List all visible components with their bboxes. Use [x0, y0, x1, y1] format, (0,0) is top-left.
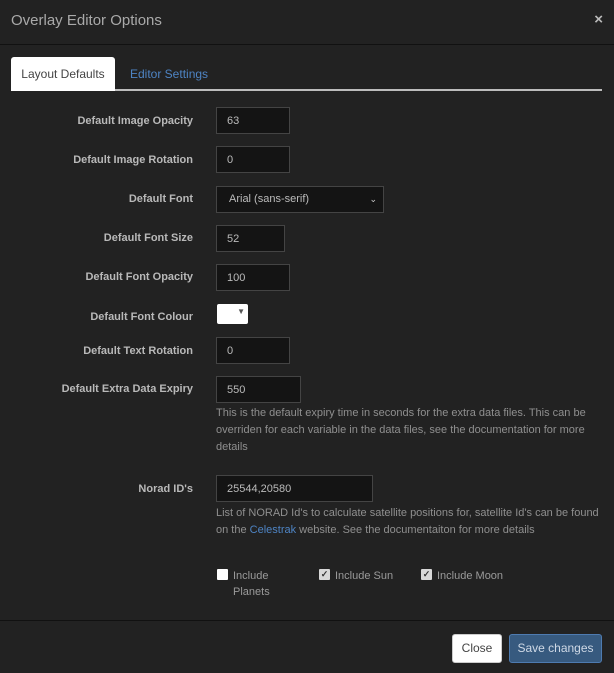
modal-header: Overlay Editor Options × [0, 0, 614, 45]
font-colour-picker[interactable]: ▼ [217, 304, 248, 324]
modal-footer: Close Save changes [0, 620, 614, 673]
tab-editor-settings[interactable]: Editor Settings [117, 57, 221, 91]
tab-bar: Layout Defaults Editor Settings [11, 57, 602, 91]
include-planets-checkbox[interactable] [217, 569, 228, 580]
image-opacity-input[interactable] [216, 107, 290, 134]
font-label: Default Font [128, 193, 193, 205]
save-changes-button[interactable]: Save changes [509, 634, 602, 663]
image-rotation-input[interactable] [216, 146, 290, 173]
norad-ids-label: Norad ID's [138, 483, 193, 495]
font-opacity-input[interactable] [216, 264, 290, 291]
font-size-input[interactable] [216, 225, 285, 252]
extra-data-expiry-label: Default Extra Data Expiry [61, 383, 193, 395]
modal-title: Overlay Editor Options [11, 12, 162, 29]
dropdown-triangle-icon: ▼ [237, 307, 245, 316]
font-select[interactable]: Arial (sans-serif) ⌄ [216, 186, 384, 213]
tab-layout-defaults[interactable]: Layout Defaults [11, 57, 115, 91]
close-button[interactable]: Close [452, 634, 502, 663]
text-rotation-input[interactable] [216, 337, 290, 364]
norad-help-text-2: website. See the documentaiton for more … [296, 524, 535, 536]
image-opacity-label: Default Image Opacity [77, 115, 193, 127]
include-sun-label: Include Sun [335, 570, 394, 582]
chevron-down-icon: ⌄ [369, 194, 377, 204]
celestrak-link[interactable]: Celestrak [250, 524, 296, 536]
norad-ids-help: List of NORAD Id's to calculate satellit… [216, 505, 601, 539]
close-icon[interactable]: × [594, 11, 603, 28]
include-planets-label: Include Planets [233, 570, 270, 598]
font-colour-label: Default Font Colour [90, 311, 193, 323]
include-moon-checkbox[interactable]: ✓ [421, 569, 432, 580]
text-rotation-label: Default Text Rotation [83, 345, 193, 357]
font-select-value: Arial (sans-serif) [229, 193, 310, 205]
extra-data-expiry-help: This is the default expiry time in secon… [216, 407, 586, 453]
font-opacity-label: Default Font Opacity [85, 271, 193, 283]
include-moon-label: Include Moon [437, 570, 504, 582]
image-rotation-label: Default Image Rotation [73, 154, 193, 166]
include-sun-checkbox[interactable]: ✓ [319, 569, 330, 580]
font-size-label: Default Font Size [103, 232, 193, 244]
extra-data-expiry-input[interactable] [216, 376, 301, 403]
norad-ids-input[interactable] [216, 475, 373, 502]
